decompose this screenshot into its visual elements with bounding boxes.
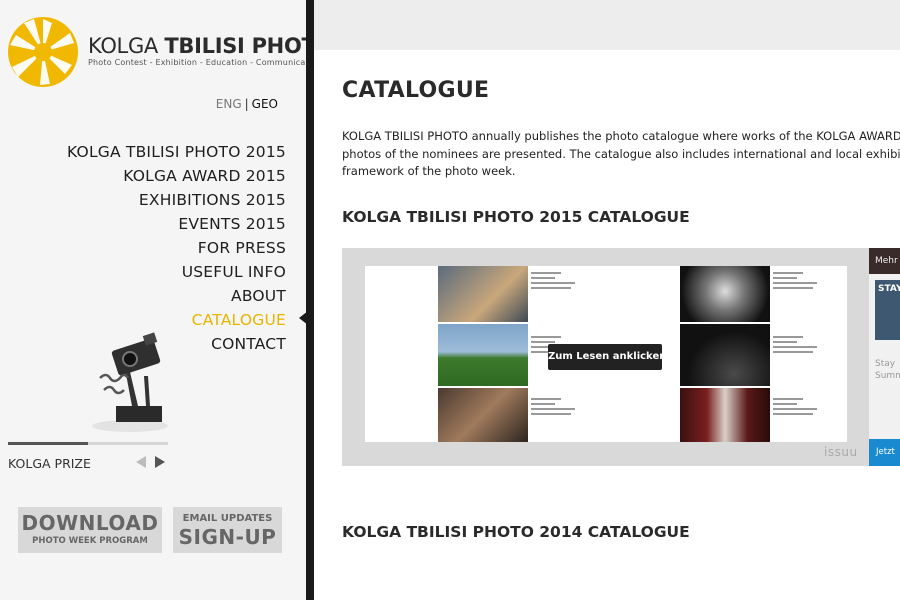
sidebar: KOLGA TBILISI PHOTO Photo Contest - Exhi…	[0, 0, 333, 600]
top-bar	[314, 0, 900, 50]
catalogue-photo	[680, 324, 770, 386]
intro-line: photos of the nominees are presented. Th…	[342, 146, 900, 161]
photo-caption	[531, 272, 591, 292]
nav-item-for-press[interactable]: FOR PRESS	[67, 236, 286, 260]
nav-item-events-2015[interactable]: EVENTS 2015	[67, 212, 286, 236]
intro-paragraph: KOLGA TBILISI PHOTO annually publishes t…	[342, 128, 900, 181]
ad-more-label: Mehr	[869, 248, 900, 274]
signup-button-title: SIGN-UP	[178, 525, 277, 549]
catalogue-photo	[438, 266, 528, 322]
nav-item-useful-info[interactable]: USEFUL INFO	[67, 260, 286, 284]
signup-button-subtitle: EMAIL UPDATES	[182, 513, 273, 524]
photo-caption	[773, 398, 833, 418]
prize-prev-arrow-icon[interactable]	[136, 456, 146, 468]
ad-text: Stay Summ	[875, 358, 900, 382]
nav-item-exhibitions-2015[interactable]: EXHIBITIONS 2015	[67, 188, 286, 212]
kolga-prize-trophy-image[interactable]	[86, 326, 172, 436]
nav-item-kolga-award-2015[interactable]: KOLGA AWARD 2015	[67, 164, 286, 188]
catalogue-photo	[438, 324, 528, 386]
language-switcher: ENG | GEO	[216, 97, 278, 111]
catalogue-photo	[680, 388, 770, 442]
main-content: CATALOGUE KOLGA TBILISI PHOTO annually p…	[314, 0, 900, 600]
photo-caption	[773, 272, 833, 292]
kolga-logo-icon[interactable]	[6, 15, 80, 89]
download-program-button[interactable]: DOWNLOAD PHOTO WEEK PROGRAM	[18, 507, 162, 553]
ad-image: STAY	[875, 280, 900, 340]
site-tagline: Photo Contest - Exhibition - Education -…	[88, 58, 322, 67]
active-nav-pointer-icon	[299, 311, 308, 325]
site-title-light: KOLGA	[88, 34, 158, 58]
lang-separator: |	[244, 97, 249, 111]
site-title[interactable]: KOLGA TBILISI PHOTO	[88, 34, 333, 58]
lang-eng-link[interactable]: ENG	[216, 97, 242, 111]
photo-caption	[773, 336, 833, 356]
nav-item-kolga-tbilisi-photo-2015[interactable]: KOLGA TBILISI PHOTO 2015	[67, 140, 286, 164]
section-title-2014: KOLGA TBILISI PHOTO 2014 CATALOGUE	[342, 523, 690, 541]
intro-line: framework of the photo week.	[342, 164, 516, 178]
ad-text-line: Stay	[875, 359, 896, 369]
catalogue-photo	[680, 266, 770, 322]
prize-next-arrow-icon[interactable]	[155, 456, 165, 468]
kolga-prize-label[interactable]: KOLGA PRIZE	[8, 456, 91, 471]
catalogue-photo	[438, 388, 528, 442]
page-title: CATALOGUE	[342, 78, 490, 103]
issuu-ad-panel[interactable]: Mehr STAY Stay Summ Jetzt	[869, 248, 900, 466]
prize-slider-progress	[8, 442, 88, 445]
intro-line: KOLGA TBILISI PHOTO annually publishes t…	[342, 129, 900, 143]
download-button-subtitle: PHOTO WEEK PROGRAM	[32, 536, 148, 546]
issuu-brand-logo[interactable]: issuu	[824, 445, 858, 459]
issuu-catalogue-viewer[interactable]: Zum Lesen anklicken issuu Mehr STAY Stay…	[342, 248, 900, 466]
download-button-title: DOWNLOAD	[21, 511, 159, 535]
photo-caption	[531, 398, 591, 418]
ad-text-line: Summ	[875, 371, 900, 381]
click-to-read-button[interactable]: Zum Lesen anklicken	[548, 344, 666, 370]
sidebar-divider	[306, 0, 314, 600]
ad-cta-button[interactable]: Jetzt	[869, 439, 900, 466]
lang-geo-link[interactable]: GEO	[252, 97, 278, 111]
email-signup-button[interactable]: EMAIL UPDATES SIGN-UP	[173, 507, 282, 553]
section-title-2015: KOLGA TBILISI PHOTO 2015 CATALOGUE	[342, 208, 690, 226]
nav-item-about[interactable]: ABOUT	[67, 284, 286, 308]
main-nav: KOLGA TBILISI PHOTO 2015 KOLGA AWARD 201…	[67, 140, 286, 356]
